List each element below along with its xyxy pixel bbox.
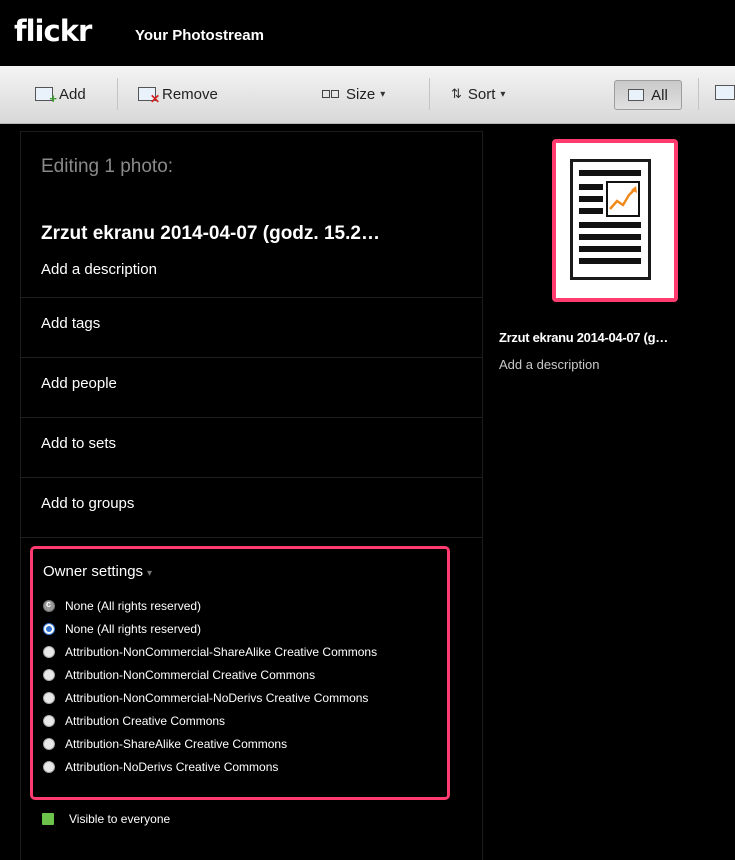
license-option[interactable]: None (All rights reserved) bbox=[43, 621, 201, 637]
license-option-label: Attribution-ShareAlike Creative Commons bbox=[65, 737, 288, 751]
license-option-label: Attribution-NonCommercial-ShareAlike Cre… bbox=[65, 645, 378, 659]
remove-button-label: Remove bbox=[162, 85, 218, 103]
sort-dropdown[interactable]: ⇅ Sort ▾ bbox=[451, 82, 505, 106]
license-option[interactable]: Attribution-ShareAlike Creative Commons bbox=[43, 736, 287, 752]
radio-icon[interactable] bbox=[43, 738, 55, 750]
chevron-down-icon: ▾ bbox=[380, 88, 386, 100]
visibility-icon bbox=[42, 813, 54, 825]
top-bar: flickr Your Photostream bbox=[0, 0, 735, 66]
chevron-down-icon: ▾ bbox=[147, 568, 153, 579]
toolbar: + Add ✕ Remove Size ▾ ⇅ Sort ▾ All bbox=[0, 66, 735, 124]
license-option[interactable]: None (All rights reserved) bbox=[43, 598, 201, 614]
toolbar-divider bbox=[117, 78, 118, 110]
radio-icon[interactable] bbox=[43, 646, 55, 658]
flickr-logo[interactable]: flickr bbox=[14, 14, 92, 48]
sort-icon: ⇅ bbox=[451, 86, 462, 101]
thumbnail-title[interactable]: Zrzut ekranu 2014-04-07 (g… bbox=[499, 330, 668, 345]
thumbnail-description[interactable]: Add a description bbox=[499, 357, 599, 372]
page-title: Your Photostream bbox=[135, 27, 264, 44]
add-button[interactable]: + Add bbox=[35, 82, 86, 106]
remove-photo-icon: ✕ bbox=[138, 87, 160, 105]
add-to-sets-row[interactable]: Add to sets bbox=[21, 417, 482, 477]
size-dropdown-label: Size bbox=[346, 85, 376, 103]
visibility-label: Visible to everyone bbox=[69, 812, 171, 826]
toolbar-divider bbox=[429, 78, 430, 110]
license-option-label: Attribution Creative Commons bbox=[65, 714, 226, 728]
add-tags-label: Add tags bbox=[41, 315, 101, 332]
visibility-setting[interactable]: Visible to everyone bbox=[42, 812, 170, 826]
info-icon[interactable] bbox=[715, 85, 735, 100]
owner-settings-panel: Owner settings▾ None (All rights reserve… bbox=[30, 546, 450, 800]
radio-icon[interactable] bbox=[43, 692, 55, 704]
copyright-radio-icon[interactable] bbox=[43, 599, 55, 612]
add-button-label: Add bbox=[59, 85, 86, 103]
document-chart-graphic bbox=[579, 170, 641, 264]
photo-thumbnail[interactable] bbox=[552, 139, 678, 302]
radio-icon[interactable] bbox=[43, 715, 55, 727]
photo-title-field[interactable]: Zrzut ekranu 2014-04-07 (godz. 15.2… bbox=[41, 223, 380, 245]
add-people-label: Add people bbox=[41, 375, 117, 392]
license-option[interactable]: Attribution-NoDerivs Creative Commons bbox=[43, 759, 278, 775]
license-option-label: Attribution-NonCommercial-NoDerivs Creat… bbox=[65, 691, 369, 705]
photo-description-field[interactable]: Add a description bbox=[41, 261, 157, 278]
license-option-label: Attribution-NonCommercial Creative Commo… bbox=[65, 668, 316, 682]
add-people-row[interactable]: Add people bbox=[21, 357, 482, 417]
radio-selected-icon[interactable] bbox=[43, 623, 55, 635]
select-all-button[interactable]: All bbox=[614, 80, 682, 110]
divider bbox=[21, 537, 482, 539]
chevron-down-icon: ▾ bbox=[500, 88, 506, 100]
license-option[interactable]: Attribution-NonCommercial Creative Commo… bbox=[43, 667, 315, 683]
sort-dropdown-label: Sort bbox=[467, 85, 496, 103]
toolbar-divider bbox=[698, 78, 699, 110]
add-to-groups-row[interactable]: Add to groups bbox=[21, 477, 482, 537]
document-chart-icon bbox=[570, 159, 651, 280]
radio-icon[interactable] bbox=[43, 669, 55, 681]
add-tags-row[interactable]: Add tags bbox=[21, 297, 482, 357]
size-icon bbox=[322, 89, 339, 99]
size-dropdown[interactable]: Size ▾ bbox=[322, 82, 385, 106]
add-to-groups-label: Add to groups bbox=[41, 495, 135, 512]
editing-heading: Editing 1 photo: bbox=[41, 156, 174, 177]
license-option[interactable]: Attribution Creative Commons bbox=[43, 713, 225, 729]
license-option-label: None (All rights reserved) bbox=[65, 622, 202, 636]
select-all-label: All bbox=[651, 86, 668, 104]
add-photo-icon: + bbox=[35, 87, 57, 105]
radio-icon[interactable] bbox=[43, 761, 55, 773]
add-to-sets-label: Add to sets bbox=[41, 435, 117, 452]
owner-settings-title: Owner settings bbox=[43, 563, 144, 580]
owner-settings-toggle[interactable]: Owner settings ▾ bbox=[43, 563, 152, 580]
select-all-icon bbox=[628, 89, 645, 101]
license-option-label: None (All rights reserved) bbox=[65, 599, 202, 613]
license-option-label: Attribution-NoDerivs Creative Commons bbox=[65, 760, 279, 774]
license-option[interactable]: Attribution-NonCommercial-ShareAlike Cre… bbox=[43, 644, 377, 660]
license-option[interactable]: Attribution-NonCommercial-NoDerivs Creat… bbox=[43, 690, 368, 706]
remove-button[interactable]: ✕ Remove bbox=[138, 82, 218, 106]
